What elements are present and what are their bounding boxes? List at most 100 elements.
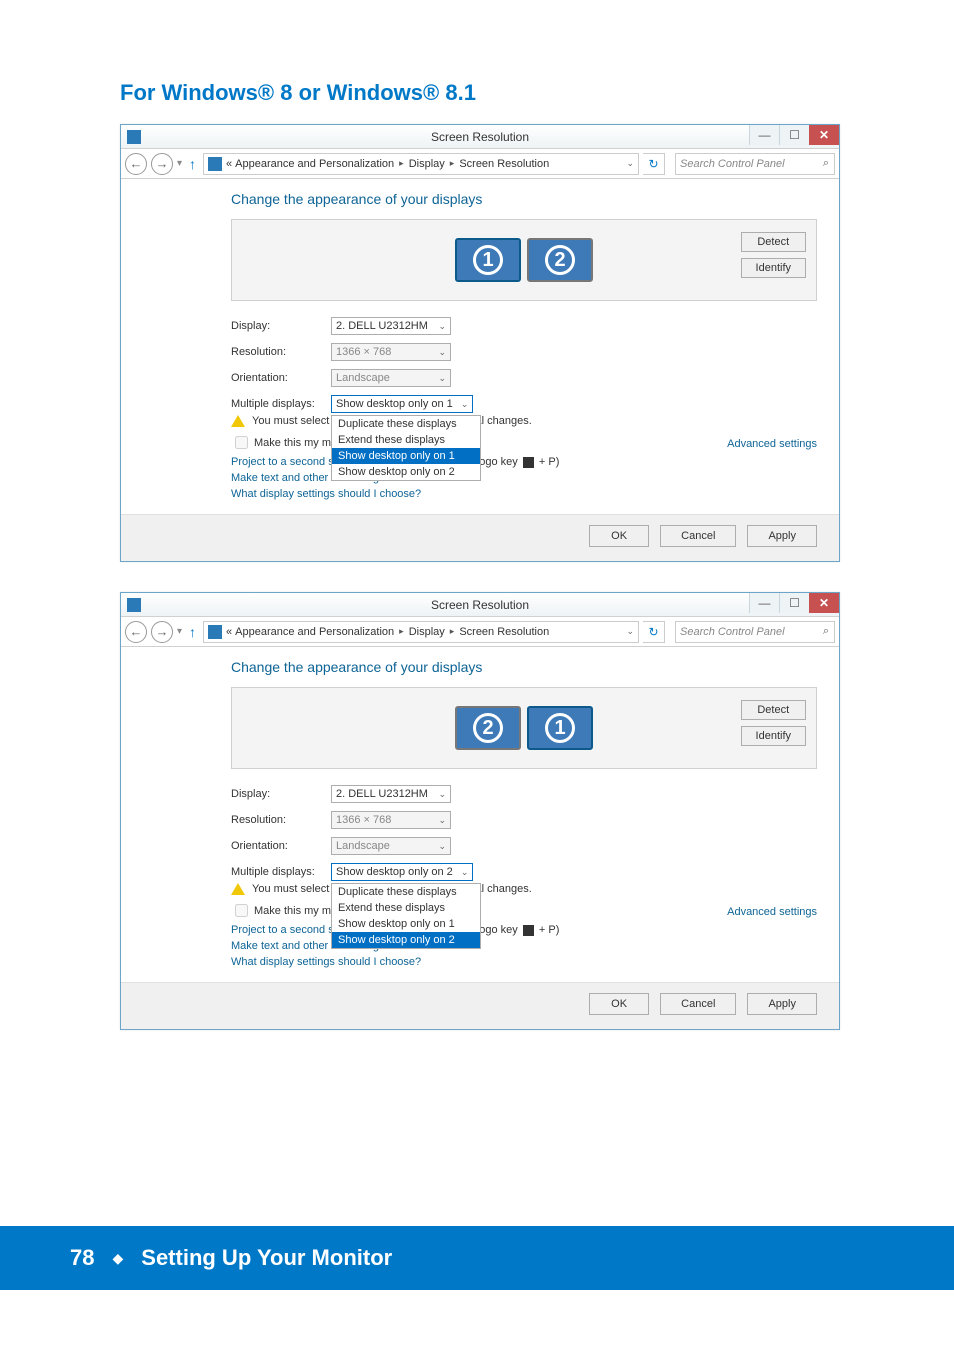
page-number: 78 xyxy=(70,1245,94,1271)
app-icon xyxy=(127,130,141,144)
make-main-label: Make this my m xyxy=(254,437,331,449)
warning-text: You must select xyxy=(252,415,329,427)
multiple-displays-dropdown[interactable]: Show desktop only on 2⌄ xyxy=(331,863,473,881)
warning-icon xyxy=(231,415,245,427)
orientation-label: Orientation: xyxy=(231,840,331,852)
project-link[interactable]: Project to a second screen (or press the… xyxy=(231,924,817,936)
chevron-down-icon: ⌄ xyxy=(438,321,446,332)
breadcrumb-sep: ▸ xyxy=(450,626,455,637)
ok-button[interactable]: OK xyxy=(589,525,649,547)
identify-button[interactable]: Identify xyxy=(741,726,806,746)
multiple-displays-label: Multiple displays: xyxy=(231,866,331,878)
project-link[interactable]: Project to a second screen (or press the… xyxy=(231,456,817,468)
app-icon xyxy=(127,598,141,612)
up-button[interactable]: ↑ xyxy=(186,624,199,640)
chevron-down-icon[interactable]: ⌄ xyxy=(626,626,634,637)
orientation-dropdown[interactable]: Landscape⌄ xyxy=(331,837,451,855)
chevron-down-icon[interactable]: ⌄ xyxy=(626,158,634,169)
forward-button[interactable]: → xyxy=(151,153,173,175)
screen-resolution-window-1: Screen Resolution — ☐ ✕ ← → ▾ ↑ « Appear… xyxy=(120,124,840,562)
breadcrumb-bar[interactable]: « Appearance and Personalization ▸ Displ… xyxy=(203,153,639,175)
resolution-dropdown[interactable]: 1366 × 768⌄ xyxy=(331,343,451,361)
cancel-button[interactable]: Cancel xyxy=(660,525,736,547)
close-button[interactable]: ✕ xyxy=(809,125,839,145)
back-button[interactable]: ← xyxy=(125,153,147,175)
breadcrumb-chevron: « xyxy=(226,626,232,638)
text-size-link[interactable]: Make text and other items larger or smal… xyxy=(231,940,817,952)
warning-icon xyxy=(231,883,245,895)
breadcrumb-bar[interactable]: « Appearance and Personalization ▸ Displ… xyxy=(203,621,639,643)
nav-bar: ← → ▾ ↑ « Appearance and Personalization… xyxy=(121,149,839,179)
refresh-button[interactable]: ↻ xyxy=(643,153,665,175)
forward-button[interactable]: → xyxy=(151,621,173,643)
minimize-button[interactable]: — xyxy=(749,125,779,145)
display-dropdown[interactable]: 2. DELL U2312HM⌄ xyxy=(331,785,451,803)
detect-button[interactable]: Detect xyxy=(741,700,806,720)
display-arrangement-box[interactable]: 2 1 Detect Identify xyxy=(231,687,817,769)
display-dropdown[interactable]: 2. DELL U2312HM⌄ xyxy=(331,317,451,335)
resolution-label: Resolution: xyxy=(231,814,331,826)
apply-button[interactable]: Apply xyxy=(747,993,817,1015)
ok-button[interactable]: OK xyxy=(589,993,649,1015)
windows-logo-icon xyxy=(523,457,534,468)
breadcrumb-item[interactable]: Display xyxy=(409,626,445,638)
make-main-checkbox xyxy=(235,904,248,917)
minimize-button[interactable]: — xyxy=(749,593,779,613)
make-main-label: Make this my m xyxy=(254,905,331,917)
help-link[interactable]: What display settings should I choose? xyxy=(231,956,817,968)
dropdown-option[interactable]: Extend these displays xyxy=(332,900,480,916)
dropdown-history-icon[interactable]: ▾ xyxy=(177,158,182,169)
monitor-thumbnail-2[interactable]: 2 xyxy=(527,238,593,282)
dropdown-option-selected[interactable]: Show desktop only on 1 xyxy=(332,448,480,464)
title-bar: Screen Resolution — ☐ ✕ xyxy=(121,593,839,617)
orientation-label: Orientation: xyxy=(231,372,331,384)
make-main-checkbox xyxy=(235,436,248,449)
breadcrumb-chevron: « xyxy=(226,158,232,170)
monitor-thumbnail-1[interactable]: 1 xyxy=(527,706,593,750)
dropdown-option[interactable]: Show desktop only on 2 xyxy=(332,464,480,480)
dropdown-option[interactable]: Duplicate these displays xyxy=(332,884,480,900)
section-title: Change the appearance of your displays xyxy=(231,191,817,207)
detect-button[interactable]: Detect xyxy=(741,232,806,252)
page-footer: 78 ◆ Setting Up Your Monitor xyxy=(0,1226,954,1290)
breadcrumb-item[interactable]: Display xyxy=(409,158,445,170)
identify-button[interactable]: Identify xyxy=(741,258,806,278)
up-button[interactable]: ↑ xyxy=(186,156,199,172)
search-icon: ⌕ xyxy=(823,625,829,638)
search-input[interactable]: Search Control Panel ⌕ xyxy=(675,621,835,643)
refresh-button[interactable]: ↻ xyxy=(643,621,665,643)
multiple-displays-dropdown-list: Duplicate these displays Extend these di… xyxy=(331,883,481,949)
section-title: Change the appearance of your displays xyxy=(231,659,817,675)
help-link[interactable]: What display settings should I choose? xyxy=(231,488,817,500)
apply-button[interactable]: Apply xyxy=(747,525,817,547)
search-input[interactable]: Search Control Panel ⌕ xyxy=(675,153,835,175)
cancel-button[interactable]: Cancel xyxy=(660,993,736,1015)
breadcrumb-item[interactable]: Screen Resolution xyxy=(459,158,549,170)
close-button[interactable]: ✕ xyxy=(809,593,839,613)
breadcrumb-item[interactable]: Appearance and Personalization xyxy=(235,626,394,638)
dropdown-option[interactable]: Show desktop only on 1 xyxy=(332,916,480,932)
dialog-footer: OK Cancel Apply xyxy=(121,982,839,1029)
search-placeholder: Search Control Panel xyxy=(680,158,785,170)
breadcrumb-item[interactable]: Appearance and Personalization xyxy=(235,158,394,170)
dropdown-option[interactable]: Duplicate these displays xyxy=(332,416,480,432)
breadcrumb-item[interactable]: Screen Resolution xyxy=(459,626,549,638)
dropdown-option[interactable]: Extend these displays xyxy=(332,432,480,448)
maximize-button[interactable]: ☐ xyxy=(779,593,809,613)
dropdown-option-selected[interactable]: Show desktop only on 2 xyxy=(332,932,480,948)
text-size-link[interactable]: Make text and other items larger or smal… xyxy=(231,472,817,484)
monitor-thumbnail-1[interactable]: 1 xyxy=(455,238,521,282)
multiple-displays-dropdown[interactable]: Show desktop only on 1⌄ xyxy=(331,395,473,413)
resolution-dropdown[interactable]: 1366 × 768⌄ xyxy=(331,811,451,829)
maximize-button[interactable]: ☐ xyxy=(779,125,809,145)
orientation-dropdown[interactable]: Landscape⌄ xyxy=(331,369,451,387)
dropdown-history-icon[interactable]: ▾ xyxy=(177,626,182,637)
monitor-thumbnail-2[interactable]: 2 xyxy=(455,706,521,750)
back-button[interactable]: ← xyxy=(125,621,147,643)
section-name: Setting Up Your Monitor xyxy=(141,1245,392,1271)
chevron-down-icon: ⌄ xyxy=(438,347,446,358)
warning-text: You must select xyxy=(252,883,329,895)
chevron-down-icon: ⌄ xyxy=(438,789,446,800)
display-arrangement-box[interactable]: 1 2 Detect Identify xyxy=(231,219,817,301)
page-heading: For Windows® 8 or Windows® 8.1 xyxy=(120,80,894,106)
